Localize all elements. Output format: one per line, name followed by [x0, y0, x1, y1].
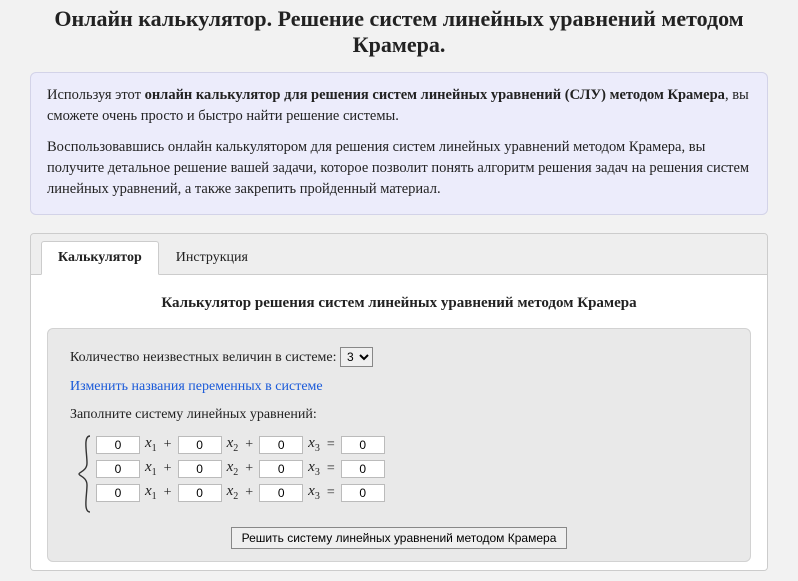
eq-op: =	[325, 485, 337, 501]
tabs-container: Калькулятор Инструкция Калькулятор решен…	[30, 233, 768, 571]
var-x1: x1	[144, 459, 158, 478]
intro-box: Используя этот онлайн калькулятор для ре…	[30, 72, 768, 215]
rhs-r2[interactable]	[341, 460, 385, 478]
plus-op: +	[162, 461, 174, 477]
coeff-r2-c2[interactable]	[178, 460, 222, 478]
rename-variables-link[interactable]: Изменить названия переменных в системе	[70, 379, 323, 394]
var-x2: x2	[226, 459, 240, 478]
coeff-r1-c2[interactable]	[178, 436, 222, 454]
tab-instructions[interactable]: Инструкция	[159, 241, 265, 275]
equation-row-1: x1 + x2 + x3 =	[96, 435, 385, 454]
var-x2: x2	[226, 435, 240, 454]
var-x2: x2	[226, 483, 240, 502]
equation-rows: x1 + x2 + x3 = x1	[92, 435, 385, 513]
var-x3: x3	[307, 483, 321, 502]
page-title: Онлайн калькулятор. Решение систем линей…	[0, 0, 798, 66]
var-x3: x3	[307, 435, 321, 454]
var-x3: x3	[307, 459, 321, 478]
coeff-r3-c1[interactable]	[96, 484, 140, 502]
plus-op: +	[162, 485, 174, 501]
equation-system: x1 + x2 + x3 = x1	[78, 435, 728, 513]
plus-op: +	[243, 485, 255, 501]
var-x1: x1	[144, 435, 158, 454]
rhs-r1[interactable]	[341, 436, 385, 454]
unknowns-select[interactable]: 3	[340, 347, 373, 367]
intro-p1-bold: онлайн калькулятор для решения систем ли…	[145, 87, 725, 103]
solve-button[interactable]: Решить систему линейных уравнений методо…	[231, 527, 568, 549]
plus-op: +	[243, 437, 255, 453]
coeff-r2-c1[interactable]	[96, 460, 140, 478]
coeff-r1-c1[interactable]	[96, 436, 140, 454]
intro-p1-prefix: Используя этот	[47, 87, 145, 103]
coeff-r3-c2[interactable]	[178, 484, 222, 502]
eq-op: =	[325, 437, 337, 453]
equation-row-3: x1 + x2 + x3 =	[96, 483, 385, 502]
coeff-r3-c3[interactable]	[259, 484, 303, 502]
coeff-r1-c3[interactable]	[259, 436, 303, 454]
intro-paragraph-2: Воспользовавшись онлайн калькулятором дл…	[47, 137, 751, 200]
left-brace-icon	[78, 435, 92, 513]
coeff-r2-c3[interactable]	[259, 460, 303, 478]
unknowns-label: Количество неизвестных величин в системе…	[70, 350, 337, 365]
tab-calculator[interactable]: Калькулятор	[41, 241, 159, 275]
eq-op: =	[325, 461, 337, 477]
unknowns-row: Количество неизвестных величин в системе…	[70, 347, 728, 367]
content-title: Калькулятор решения систем линейных урав…	[47, 295, 751, 312]
plus-op: +	[243, 461, 255, 477]
fill-label: Заполните систему линейных уравнений:	[70, 407, 728, 423]
calculator-panel: Количество неизвестных величин в системе…	[47, 328, 751, 562]
tab-content: Калькулятор решения систем линейных урав…	[31, 275, 767, 570]
rhs-r3[interactable]	[341, 484, 385, 502]
tabs-bar: Калькулятор Инструкция	[31, 234, 767, 275]
equation-row-2: x1 + x2 + x3 =	[96, 459, 385, 478]
var-x1: x1	[144, 483, 158, 502]
plus-op: +	[162, 437, 174, 453]
intro-paragraph-1: Используя этот онлайн калькулятор для ре…	[47, 85, 751, 127]
